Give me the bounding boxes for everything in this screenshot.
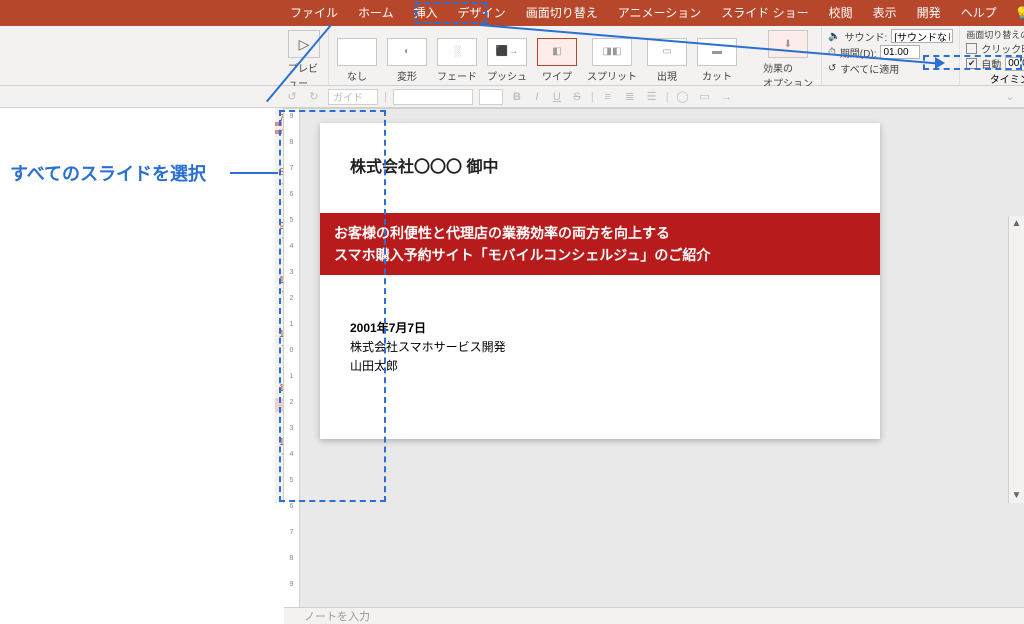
lightbulb-icon: 💡: [1015, 6, 1024, 20]
duration-label: 期間(D):: [840, 45, 877, 60]
tab-file[interactable]: ファイル: [280, 0, 348, 26]
scroll-down-icon[interactable]: ▼: [1010, 488, 1024, 503]
transition-morph[interactable]: ◐変形: [385, 36, 429, 85]
transition-none[interactable]: なし: [335, 36, 379, 85]
transition-reveal[interactable]: ▭出現: [645, 36, 689, 85]
transition-split[interactable]: ◨◧スプリット: [585, 36, 639, 85]
preview-button[interactable]: ▷ プレビュー: [286, 28, 322, 92]
transition-wipe[interactable]: ◧ワイプ: [535, 36, 579, 85]
tab-slideshow[interactable]: スライド ショー: [711, 0, 818, 26]
ribbon: ▷ プレビュー プレビュー なし ◐変形 ░フェード ⬛→プッシュ ◧ワイプ ◨…: [0, 26, 1024, 86]
workspace: 7★ 8★ 9★ 10★ 11★ 12★ 13★ 161514131211109…: [0, 108, 1024, 503]
shape-rect-icon[interactable]: ▭: [697, 90, 713, 103]
transition-fade[interactable]: ░フェード: [435, 36, 479, 85]
apply-all-button[interactable]: すべてに適用: [840, 61, 899, 76]
slide-addressee[interactable]: 株式会社〇〇〇 御中: [350, 153, 850, 177]
redo-icon[interactable]: ↻: [306, 90, 322, 103]
strike-button[interactable]: S: [569, 91, 585, 103]
formatting-bar: ↺ ↻ ガイド | B I U S | ≡ ≣ ☰ | ◯ ▭ → ⌄: [0, 86, 1024, 108]
ribbon-group-transitions: なし ◐変形 ░フェード ⬛→プッシュ ◧ワイプ ◨◧スプリット ▭出現 ▬カッ…: [329, 26, 822, 85]
onclick-checkbox[interactable]: [966, 43, 977, 54]
slide-title-band[interactable]: お客様の利便性と代理店の業務効率の両方を向上する スマホ購入予約サイト「モバイル…: [320, 213, 880, 275]
tab-review[interactable]: 校閲: [819, 0, 863, 26]
transition-cut[interactable]: ▬カット: [695, 36, 739, 85]
slide-author[interactable]: 山田太郎: [350, 357, 850, 374]
transition-push[interactable]: ⬛→プッシュ: [485, 36, 529, 85]
auto-time-input[interactable]: [1005, 57, 1024, 71]
tab-design[interactable]: デザイン: [448, 0, 516, 26]
font-size-select[interactable]: [479, 89, 503, 105]
align-center-icon[interactable]: ≣: [622, 90, 638, 103]
auto-checkbox[interactable]: [966, 58, 977, 69]
slide-date[interactable]: 2001年7月7日: [350, 319, 850, 336]
slide[interactable]: 株式会社〇〇〇 御中 お客様の利便性と代理店の業務効率の両方を向上する スマホ購…: [320, 123, 880, 439]
italic-button[interactable]: I: [529, 91, 545, 103]
clock-icon: ⏱: [828, 47, 836, 58]
auto-label: 自動: [981, 56, 1001, 71]
tab-insert[interactable]: 挿入: [404, 0, 448, 26]
sound-label: サウンド:: [844, 29, 887, 44]
notes-pane[interactable]: ノートを入力: [284, 607, 1024, 624]
tab-home[interactable]: ホーム: [348, 0, 404, 26]
title-bar: ファイル ホーム 挿入 デザイン 画面切り替え アニメーション スライド ショー…: [0, 0, 1024, 26]
slide-editor: 1615141312111098765432101234567891011121…: [284, 108, 1024, 503]
underline-button[interactable]: U: [549, 91, 565, 103]
slide-title-line2: スマホ購入予約サイト「モバイルコンシェルジュ」のご紹介: [334, 245, 866, 265]
ribbon-group-preview: ▷ プレビュー プレビュー: [280, 26, 329, 85]
slide-title-line1: お客様の利便性と代理店の業務効率の両方を向上する: [334, 223, 866, 243]
speaker-icon: 🔈: [828, 31, 840, 42]
onclick-label: クリック時: [981, 41, 1024, 56]
play-icon: ▷: [288, 30, 320, 58]
scrollbar-vertical[interactable]: ▲ ▼: [1008, 216, 1024, 503]
tab-transitions[interactable]: 画面切り替え: [516, 0, 608, 26]
slide-company[interactable]: 株式会社スマホサービス開発: [350, 338, 850, 355]
tab-animations[interactable]: アニメーション: [608, 0, 712, 26]
bullets-icon[interactable]: ☰: [644, 90, 660, 103]
align-left-icon[interactable]: ≡: [600, 91, 616, 103]
slide-canvas[interactable]: 株式会社〇〇〇 御中 お客様の利便性と代理店の業務効率の両方を向上する スマホ購…: [300, 109, 1024, 607]
apply-all-icon: ↺: [828, 63, 836, 74]
sound-select[interactable]: [891, 29, 953, 43]
group-label-timing: タイミング: [966, 71, 1024, 86]
thumbnail-panel[interactable]: 7★ 8★ 9★ 10★ 11★ 12★ 13★: [275, 108, 284, 503]
duration-input[interactable]: [880, 45, 920, 59]
bold-button[interactable]: B: [509, 91, 525, 103]
scroll-up-icon[interactable]: ▲: [1010, 216, 1024, 231]
chevron-collapse-icon[interactable]: ⌄: [1002, 90, 1018, 103]
effect-options-button[interactable]: ⬇効果の オプション: [761, 28, 815, 92]
menu-tabs: ファイル ホーム 挿入 デザイン 画面切り替え アニメーション スライド ショー…: [280, 0, 1007, 26]
ribbon-group-timing-left: 🔈 サウンド: ⏱ 期間(D): ↺ すべてに適用: [822, 26, 959, 85]
ribbon-group-timing-right: 画面切り替えのタイミング クリック時 自動 タイミング: [959, 26, 1024, 85]
shape-arrow-icon[interactable]: →: [719, 91, 735, 103]
tab-developer[interactable]: 開発: [907, 0, 951, 26]
ruler-vertical: 9876543210123456789: [284, 109, 300, 607]
timing-heading: 画面切り替えのタイミング: [966, 28, 1024, 41]
font-style-group: B I U S: [509, 91, 585, 103]
tab-help[interactable]: ヘルプ: [951, 0, 1007, 26]
undo-icon[interactable]: ↺: [284, 90, 300, 103]
tab-view[interactable]: 表示: [863, 0, 907, 26]
shape-ellipse-icon[interactable]: ◯: [675, 90, 691, 103]
guide-dropdown[interactable]: ガイド: [328, 89, 378, 105]
font-family-select[interactable]: [393, 89, 473, 105]
